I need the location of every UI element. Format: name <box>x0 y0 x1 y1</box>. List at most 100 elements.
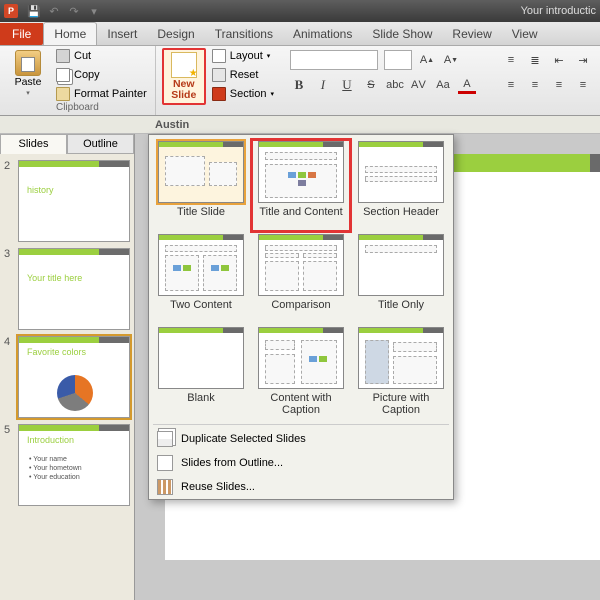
slide-corner <box>590 154 600 172</box>
change-case-button[interactable]: Aa <box>434 76 452 94</box>
cut-label: Cut <box>74 50 91 62</box>
reuse-icon <box>157 479 173 495</box>
reset-button[interactable]: Reset <box>210 67 276 83</box>
tab-animations[interactable]: Animations <box>283 23 362 45</box>
thumb-title: history <box>27 185 54 195</box>
ribbon-tabs: File Home Insert Design Transitions Anim… <box>0 22 600 46</box>
tab-review[interactable]: Review <box>442 23 501 45</box>
reuse-slides-command[interactable]: Reuse Slides... <box>149 475 453 499</box>
numbering-button[interactable]: ≣ <box>526 51 544 69</box>
powerpoint-icon: P <box>4 4 18 18</box>
paste-button[interactable]: Paste ▾ <box>6 48 50 99</box>
bold-button[interactable]: B <box>290 76 308 94</box>
layout-label: Title Only <box>378 299 424 323</box>
tab-slideshow[interactable]: Slide Show <box>362 23 442 45</box>
new-slide-icon <box>171 52 197 78</box>
brush-icon <box>56 87 70 101</box>
justify-button[interactable]: ≡ <box>574 76 592 94</box>
cut-icon <box>56 49 70 63</box>
pie-chart-icon <box>57 375 93 411</box>
layout-content-with-caption[interactable]: Content with Caption <box>251 325 351 418</box>
italic-button[interactable]: I <box>314 76 332 94</box>
theme-name: Austin <box>155 119 189 131</box>
redo-icon[interactable]: ↷ <box>67 4 81 18</box>
copy-label: Copy <box>74 69 100 81</box>
undo-icon[interactable]: ↶ <box>47 4 61 18</box>
layout-comparison[interactable]: Comparison <box>251 232 351 325</box>
align-center-button[interactable]: ≡ <box>526 76 544 94</box>
outline-icon <box>157 455 173 471</box>
grow-font-button[interactable]: A▲ <box>418 51 436 69</box>
tab-view[interactable]: View <box>502 23 548 45</box>
slide-thumbnail[interactable]: 3 Your title here <box>4 248 130 330</box>
slide-thumbnail[interactable]: 5 Introduction• Your name• Your hometown… <box>4 424 130 506</box>
layout-two-content[interactable]: Two Content <box>151 232 251 325</box>
strikethrough-button[interactable]: S <box>362 76 380 94</box>
layout-label: Two Content <box>170 299 232 323</box>
tab-home[interactable]: Home <box>43 22 97 45</box>
section-label: Section <box>230 88 267 100</box>
thumb-bullets: • Your name• Your hometown• Your educati… <box>29 455 82 482</box>
format-painter-button[interactable]: Format Painter <box>54 86 149 102</box>
duplicate-slides-command[interactable]: Duplicate Selected Slides <box>149 427 453 451</box>
slides-tab[interactable]: Slides <box>0 134 67 154</box>
section-button[interactable]: Section▾ <box>210 86 276 102</box>
layout-blank[interactable]: Blank <box>151 325 251 418</box>
layout-title-and-content[interactable]: Title and Content <box>251 139 351 232</box>
underline-button[interactable]: U <box>338 76 356 94</box>
slide-thumbnail[interactable]: 2 history <box>4 160 130 242</box>
layout-label: Title Slide <box>177 206 225 230</box>
tab-transitions[interactable]: Transitions <box>205 23 283 45</box>
layout-button[interactable]: Layout▾ <box>210 48 276 64</box>
new-slide-label: New Slide <box>171 79 196 101</box>
paste-icon <box>15 50 41 76</box>
new-slide-button[interactable]: New Slide <box>162 48 206 105</box>
save-icon[interactable]: 💾 <box>27 4 41 18</box>
slides-group: New Slide Layout▾ Reset Section▾ <box>156 46 282 115</box>
copy-button[interactable]: Copy <box>54 67 149 83</box>
outline-tab[interactable]: Outline <box>67 134 134 154</box>
font-name-combo[interactable] <box>290 50 378 70</box>
slides-from-outline-command[interactable]: Slides from Outline... <box>149 451 453 475</box>
shrink-font-button[interactable]: A▼ <box>442 51 460 69</box>
spacing-button[interactable]: AV <box>410 76 428 94</box>
layout-label: Comparison <box>271 299 330 323</box>
document-title: Your introductic <box>521 5 596 17</box>
slide-thumbnail[interactable]: 4 Favorite colors <box>4 336 130 418</box>
shadow-button[interactable]: abc <box>386 76 404 94</box>
cut-button[interactable]: Cut <box>54 48 149 64</box>
copy-icon <box>56 68 70 82</box>
thumb-title: Your title here <box>27 273 82 283</box>
tab-design[interactable]: Design <box>147 23 204 45</box>
layout-title-slide[interactable]: Title Slide <box>151 139 251 232</box>
layout-title-only[interactable]: Title Only <box>351 232 451 325</box>
file-tab[interactable]: File <box>0 23 43 45</box>
indent-button[interactable]: ⇤ <box>550 51 568 69</box>
thumb-title: Introduction <box>27 435 74 445</box>
qat-dropdown-icon[interactable]: ▾ <box>87 4 101 18</box>
ribbon: Paste ▾ Cut Copy Format Painter Clipboar… <box>0 46 600 116</box>
slide-number: 4 <box>4 336 14 348</box>
font-size-combo[interactable] <box>384 50 412 70</box>
align-right-button[interactable]: ≡ <box>550 76 568 94</box>
layout-label: Title and Content <box>259 206 342 230</box>
layout-label: Picture with Caption <box>353 392 449 416</box>
layout-picture-with-caption[interactable]: Picture with Caption <box>351 325 451 418</box>
tab-insert[interactable]: Insert <box>97 23 147 45</box>
duplicate-icon <box>157 431 173 447</box>
layout-section-header[interactable]: Section Header <box>351 139 451 232</box>
layout-label: Layout <box>230 50 263 62</box>
new-slide-layout-gallery: Title Slide Title and Content Section He… <box>148 134 454 500</box>
chevron-down-icon: ▾ <box>270 90 274 98</box>
reset-label: Reset <box>230 69 259 81</box>
bullets-button[interactable]: ≡ <box>502 51 520 69</box>
align-left-button[interactable]: ≡ <box>502 76 520 94</box>
slide-number: 3 <box>4 248 14 260</box>
layout-label: Blank <box>187 392 215 416</box>
command-label: Duplicate Selected Slides <box>181 433 306 445</box>
layout-icon <box>212 49 226 63</box>
paste-label: Paste <box>15 77 42 88</box>
font-color-button[interactable]: A <box>458 76 476 94</box>
outdent-button[interactable]: ⇥ <box>574 51 592 69</box>
layout-label: Section Header <box>363 206 439 230</box>
